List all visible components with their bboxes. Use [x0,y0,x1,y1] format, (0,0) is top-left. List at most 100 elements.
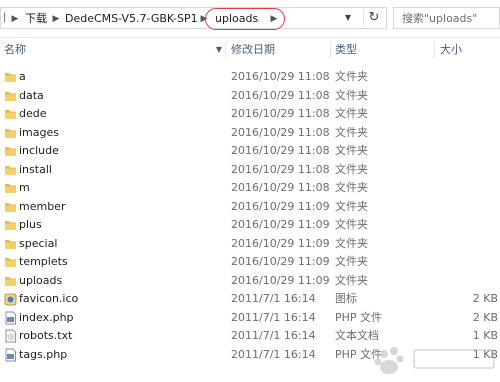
column-size[interactable]: 大小 [440,42,462,58]
file-size [440,88,498,104]
file-row[interactable]: dede 2016/10/29 11:08 文件夹 [0,105,500,124]
folder-icon [4,274,17,288]
folder-icon [4,107,17,121]
file-name[interactable]: robots.txt [19,328,72,344]
folder-icon [4,70,17,84]
file-date: 2016/10/29 11:09 [231,236,330,250]
file-name[interactable]: index.php [19,310,74,326]
column-divider[interactable] [330,42,331,58]
file-size [440,106,498,122]
refresh-icon[interactable]: ↻ [363,9,384,27]
folder-icon [4,255,17,269]
file-type: 文件夹 [335,88,368,102]
column-date[interactable]: 修改日期 [231,42,275,58]
php-file-icon [4,348,17,362]
file-type: 文件夹 [335,218,368,231]
file-type: 图标 [335,292,357,305]
file-name[interactable]: data [19,88,44,104]
file-date: 2016/10/29 11:08 [231,70,330,83]
file-row[interactable]: images 2016/10/29 11:08 文件夹 [0,124,500,143]
column-name[interactable]: 名称 [4,42,26,58]
file-date: 2016/10/29 11:09 [231,273,330,287]
file-name[interactable]: member [19,199,65,215]
text-file-icon [4,329,17,343]
file-size [440,254,498,270]
file-size: 2 KB [472,292,498,305]
folder-icon [4,144,17,158]
file-row[interactable]: install 2016/10/29 11:08 文件夹 [0,161,500,180]
file-type: 文件夹 [335,70,368,83]
file-row[interactable]: m 2016/10/29 11:08 文件夹 [0,179,500,198]
file-type: 文件夹 [335,144,368,157]
folder-icon [4,237,17,251]
file-name[interactable]: favicon.ico [19,291,78,307]
file-type: 文件夹 [335,125,368,139]
file-type: 文件夹 [335,199,368,213]
file-date: 2016/10/29 11:09 [231,255,330,268]
file-date: 2011/7/1 16:14 [231,329,316,342]
file-row[interactable]: include 2016/10/29 11:08 文件夹 [0,142,500,161]
file-name[interactable]: tags.php [19,347,67,363]
file-size [440,180,498,196]
file-size: 2 KB [472,310,498,324]
file-name[interactable]: plus [19,217,42,233]
search-placeholder: 搜索"uploads" [402,12,478,25]
folder-icon [4,89,17,103]
file-name[interactable]: m [19,180,30,196]
file-size [440,217,498,233]
file-name[interactable]: install [19,162,52,178]
file-type: 文件夹 [335,236,368,250]
file-size [440,273,498,289]
file-date: 2016/10/29 11:09 [231,199,330,213]
folder-icon [4,218,17,232]
file-size [440,199,498,215]
file-date: 2011/7/1 16:14 [231,347,316,361]
file-row[interactable]: templets 2016/10/29 11:09 文件夹 [0,253,500,272]
file-name[interactable]: include [19,143,59,159]
file-size [440,69,498,85]
file-date: 2016/10/29 11:08 [231,88,330,102]
chevron-right-icon[interactable]: ▶ [51,12,61,26]
file-row[interactable]: index.php 2011/7/1 16:14 PHP 文件 2 KB [0,309,500,328]
file-date: 2016/10/29 11:08 [231,107,330,120]
sort-down-icon: ▼ [215,45,223,54]
column-divider[interactable] [434,42,435,58]
file-row[interactable]: data 2016/10/29 11:08 文件夹 [0,87,500,106]
file-row[interactable]: plus 2016/10/29 11:09 文件夹 [0,216,500,235]
file-type: PHP 文件 [335,310,383,324]
breadcrumb-dedecms[interactable]: DedeCMS-V5.7-GBK-SP1 [65,11,198,26]
file-size [440,125,498,141]
folder-icon [4,126,17,140]
file-name[interactable]: uploads [19,273,62,289]
file-size [440,236,498,252]
file-date: 2016/10/29 11:08 [231,181,330,194]
file-type: 文件夹 [335,107,368,120]
file-name[interactable]: images [19,125,59,141]
file-name[interactable]: special [19,236,57,252]
column-header: 名称 ▼ 修改日期 类型 大小 [0,40,500,60]
file-row[interactable]: favicon.ico 2011/7/1 16:14 图标 2 KB [0,290,500,309]
highlight-circle [205,8,285,30]
file-row[interactable]: uploads 2016/10/29 11:09 文件夹 [0,272,500,291]
column-type[interactable]: 类型 [335,42,357,58]
file-row[interactable]: a 2016/10/29 11:08 文件夹 [0,68,500,87]
address-bar[interactable]: | ▶ 下载 ▶ DedeCMS-V5.7-GBK-SP1 ▶ uploads … [0,7,387,30]
file-name[interactable]: dede [19,106,47,122]
file-date: 2011/7/1 16:14 [231,310,316,324]
ico-file-icon [4,292,17,306]
breadcrumb-downloads[interactable]: 下载 [25,11,47,26]
file-date: 2011/7/1 16:14 [231,292,316,305]
file-name[interactable]: templets [19,254,68,270]
file-row[interactable]: member 2016/10/29 11:09 文件夹 [0,198,500,217]
search-input[interactable]: 搜索"uploads" [393,7,500,29]
chevron-down-icon[interactable]: ▼ [341,11,355,25]
file-date: 2016/10/29 11:09 [231,218,330,231]
column-divider[interactable] [225,42,226,58]
file-date: 2016/10/29 11:08 [231,125,330,139]
chevron-right-icon[interactable]: ▶ [10,12,20,26]
file-type: 文件夹 [335,181,368,194]
file-row[interactable]: special 2016/10/29 11:09 文件夹 [0,235,500,254]
php-file-icon [4,311,17,325]
file-name[interactable]: a [19,69,26,85]
folder-icon [4,163,17,177]
